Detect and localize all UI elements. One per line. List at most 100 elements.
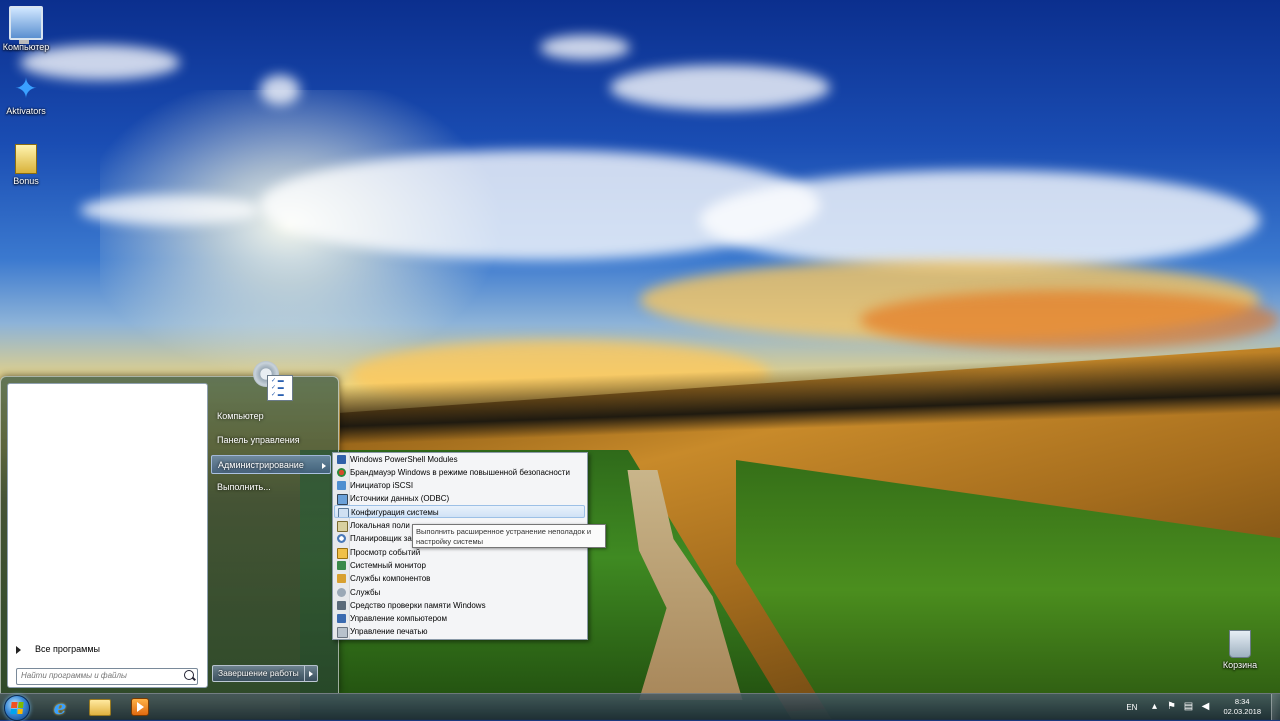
desktop-icon-label: Aktivators [6, 106, 46, 116]
shutdown-group: Завершение работы [212, 665, 318, 682]
submenu-item-label: Брандмауэр Windows в режиме повышенной б… [350, 468, 570, 477]
submenu-item-computer-management[interactable]: Управление компьютером [334, 612, 585, 625]
submenu-item-odbc[interactable]: Источники данных (ODBC) [334, 492, 585, 505]
shutdown-options-button[interactable] [304, 665, 318, 682]
star-icon: ✦ [14, 73, 38, 104]
start-search-box [16, 668, 198, 685]
submenu-item-label: Управление печатью [350, 627, 428, 636]
document-icon [15, 144, 37, 174]
taskbar-media-player[interactable] [122, 696, 158, 718]
all-programs-label: Все программы [35, 644, 101, 654]
start-menu-programs-pane: Все программы [7, 383, 208, 688]
user-picture[interactable] [251, 359, 295, 403]
show-hidden-icons-icon[interactable]: ▴ [1149, 702, 1159, 712]
wallpaper-cloud [80, 195, 260, 225]
memory-check-icon [337, 601, 346, 610]
start-search-input[interactable] [17, 669, 185, 682]
desktop-icon-aktivators[interactable]: ✦ Aktivators [0, 73, 52, 117]
triangle-right-icon [16, 645, 21, 654]
wallpaper-cloud [860, 290, 1280, 350]
start-menu-item-computer[interactable]: Компьютер [211, 407, 331, 426]
ie-icon: e [53, 695, 67, 719]
taskbar-internet-explorer[interactable]: e [42, 695, 78, 719]
network-icon[interactable]: ▤ [1183, 702, 1193, 712]
start-button[interactable] [4, 695, 30, 721]
wallpaper-cloud [700, 170, 1260, 270]
firewall-icon [337, 468, 346, 477]
computer-management-icon [337, 614, 346, 623]
local-policy-icon [337, 521, 348, 532]
system-tray: EN ▴ ⚑ ▤ ◀ 8:34 02.03.2018 [1126, 694, 1280, 720]
submenu-item-system-configuration[interactable]: Конфигурация системы [334, 505, 585, 518]
desktop-icon-label: Bonus [13, 176, 39, 186]
desktop-icon-bonus[interactable]: Bonus [0, 144, 52, 186]
start-menu-item-label: Панель управления [217, 435, 300, 445]
powershell-icon [337, 455, 346, 464]
desktop-icon-recycle-bin[interactable]: Корзина [1214, 630, 1266, 670]
submenu-item-label: Windows PowerShell Modules [350, 455, 458, 464]
submenu-item-print-management[interactable]: Управление печатью [334, 625, 585, 638]
submenu-item-system-monitor[interactable]: Системный монитор [334, 559, 585, 572]
print-management-icon [337, 627, 348, 638]
flag-quad [17, 702, 24, 708]
desktop-icon-frame [11, 144, 41, 174]
component-services-icon [337, 574, 346, 583]
wallpaper-cloud [260, 75, 300, 105]
event-viewer-icon [337, 548, 348, 559]
iscsi-icon [337, 481, 346, 490]
volume-icon[interactable]: ◀ [1200, 702, 1210, 712]
recycle-bin-icon [1229, 630, 1251, 658]
flag-quad [10, 708, 17, 714]
submenu-item-label: Системный монитор [350, 561, 426, 570]
start-menu: Все программы Компьютер Панель управлени… [0, 361, 339, 694]
all-programs-button[interactable]: Все программы [14, 644, 200, 660]
computer-icon [9, 6, 43, 44]
submenu-item-label: Просмотр событий [350, 548, 421, 557]
show-desktop-button[interactable] [1271, 694, 1280, 720]
submenu-item-label: Конфигурация системы [351, 508, 439, 517]
desktop-icon-computer[interactable]: Компьютер [0, 6, 52, 52]
search-icon[interactable] [184, 670, 194, 680]
start-menu-item-control-panel[interactable]: Панель управления [211, 431, 331, 450]
submenu-item-component-services[interactable]: Службы компонентов [334, 572, 585, 585]
start-menu-item-administration[interactable]: Администрирование [211, 455, 331, 474]
submenu-item-powershell-modules[interactable]: Windows PowerShell Modules [334, 453, 585, 466]
submenu-item-services[interactable]: Службы [334, 586, 585, 599]
flag-quad [16, 708, 23, 714]
start-menu-item-run[interactable]: Выполнить... [211, 478, 331, 497]
language-indicator[interactable]: EN [1126, 703, 1137, 712]
clock-date: 02.03.2018 [1223, 707, 1261, 716]
system-config-icon [338, 508, 349, 517]
start-menu-item-label: Выполнить... [217, 482, 271, 492]
submenu-item-label: Планировщик за [350, 534, 412, 543]
wallpaper-cloud [540, 35, 630, 60]
submenu-item-label: Инициатор iSCSI [350, 481, 414, 490]
submenu-item-label: Управление компьютером [350, 614, 447, 623]
flag-quad [11, 702, 18, 708]
taskbar-windows-explorer[interactable] [82, 696, 118, 718]
start-menu-item-label: Компьютер [217, 411, 264, 421]
shutdown-button[interactable]: Завершение работы [212, 665, 305, 682]
submenu-item-iscsi[interactable]: Инициатор iSCSI [334, 479, 585, 492]
start-menu-item-label: Администрирование [218, 460, 304, 470]
submenu-item-label: Локальная поли [350, 521, 410, 530]
media-player-icon [131, 698, 149, 716]
checklist-icon [267, 375, 293, 401]
windows-logo-icon [10, 702, 24, 714]
submenu-item-firewall[interactable]: Брандмауэр Windows в режиме повышенной б… [334, 466, 585, 479]
submenu-item-label: Средство проверки памяти Windows [350, 601, 486, 610]
submenu-item-label: Службы компонентов [350, 574, 431, 583]
action-center-flag-icon[interactable]: ⚑ [1166, 702, 1176, 712]
wallpaper-cloud [610, 65, 830, 110]
odbc-icon [337, 494, 348, 505]
scheduler-icon [337, 534, 346, 543]
submenu-item-label: Источники данных (ODBC) [350, 494, 450, 503]
clock[interactable]: 8:34 02.03.2018 [1223, 697, 1261, 717]
services-icon [337, 588, 346, 597]
chevron-right-icon [322, 463, 326, 469]
desktop-icon-label: Корзина [1222, 660, 1258, 670]
submenu-item-label: Службы [350, 588, 381, 597]
tooltip: Выполнить расширенное устранение неполад… [412, 524, 606, 548]
taskbar: e EN ▴ ⚑ ▤ ◀ 8:34 02.03.2018 [0, 693, 1280, 721]
submenu-item-memory-diagnostic[interactable]: Средство проверки памяти Windows [334, 599, 585, 612]
